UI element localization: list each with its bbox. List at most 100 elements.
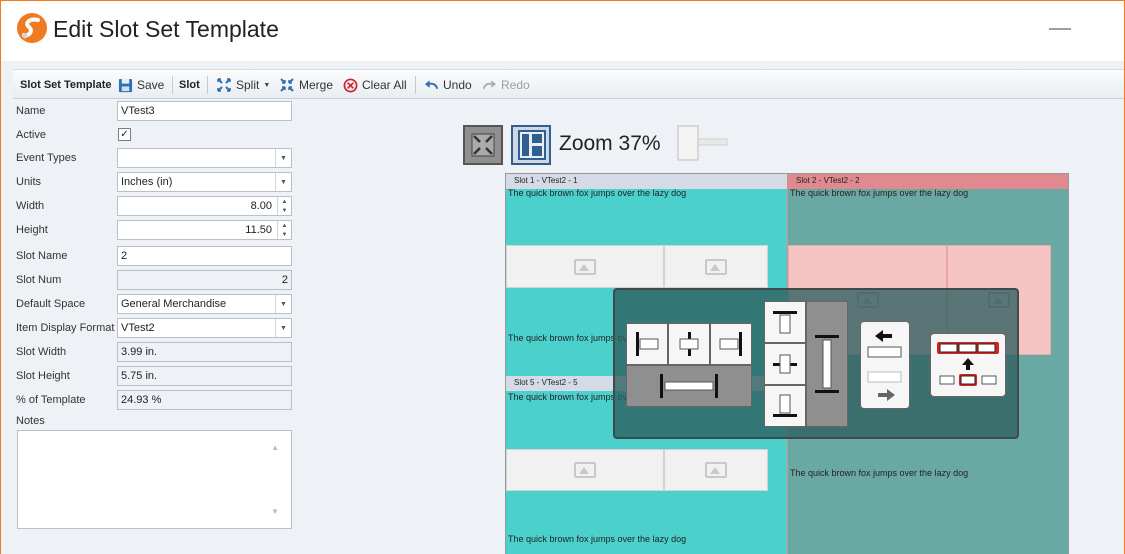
layout-panels-icon xyxy=(518,130,546,160)
dropdown-arrow-icon[interactable]: ▼ xyxy=(275,149,291,167)
toolbar: Slot Set Template Save Slot Split ▼ Merg… xyxy=(13,69,1124,99)
image-placeholder xyxy=(664,245,768,288)
notes-label: Notes xyxy=(16,415,45,427)
height-value: 11.50 xyxy=(245,224,272,236)
save-button[interactable]: Save xyxy=(118,76,164,94)
undo-arrow-icon xyxy=(424,80,439,90)
split-arrows-icon xyxy=(217,78,231,92)
chevron-down-icon: ▼ xyxy=(263,81,271,89)
slot-width-field: 3.99 in. xyxy=(117,342,292,362)
distribute-slots-icon xyxy=(937,342,999,386)
clear-all-button[interactable]: Clear All xyxy=(343,76,407,94)
height-spinner[interactable]: 11.50 ▲ ▼ xyxy=(117,220,292,240)
item-display-format-dropdown[interactable]: VTest2 ▼ xyxy=(117,318,292,338)
spinner-arrows-icon[interactable]: ▲ ▼ xyxy=(277,221,291,239)
dropdown-arrow-icon[interactable]: ▼ xyxy=(275,173,291,191)
default-space-value: General Merchandise xyxy=(121,298,227,310)
clear-all-label: Clear All xyxy=(362,78,407,92)
name-label: Name xyxy=(16,105,46,117)
active-checkbox[interactable]: ✓ xyxy=(118,128,131,141)
item-display-format-label: Item Display Format xyxy=(16,322,115,334)
image-icon xyxy=(705,258,727,275)
units-value: Inches (in) xyxy=(121,176,173,188)
floppy-disk-icon xyxy=(118,78,133,92)
align-center-horizontal-button[interactable] xyxy=(668,323,710,365)
scroll-down-icon[interactable]: ▼ xyxy=(271,507,279,516)
dropdown-arrow-icon[interactable]: ▼ xyxy=(275,295,291,313)
stretch-horizontal-icon xyxy=(660,374,718,398)
slot-height-field: 5.75 in. xyxy=(117,366,292,386)
width-spinner[interactable]: 8.00 ▲ ▼ xyxy=(117,196,292,216)
redo-label: Redo xyxy=(501,78,530,92)
split-button[interactable]: Split ▼ xyxy=(216,76,270,94)
window-title: Edit Slot Set Template xyxy=(53,16,279,42)
percent-of-template-label: % of Template xyxy=(16,394,86,406)
image-icon xyxy=(574,258,596,275)
align-left-button[interactable] xyxy=(626,323,668,365)
units-dropdown[interactable]: Inches (in) ▼ xyxy=(117,172,292,192)
image-icon xyxy=(574,462,596,478)
image-placeholder xyxy=(664,449,768,491)
align-right-button[interactable] xyxy=(710,323,752,365)
fit-arrows-icon xyxy=(471,133,495,157)
slot-height-label: Slot Height xyxy=(16,370,70,382)
default-space-dropdown[interactable]: General Merchandise ▼ xyxy=(117,294,292,314)
image-placeholder xyxy=(506,245,664,288)
merge-arrows-icon xyxy=(280,78,294,92)
fit-to-window-button[interactable] xyxy=(463,125,503,165)
undo-label: Undo xyxy=(443,78,472,92)
toolbar-group-slot-set-template: Slot Set Template xyxy=(20,76,111,94)
app-logo-icon xyxy=(17,13,47,43)
toolbar-group-label: Slot xyxy=(179,79,200,91)
align-bottom-button[interactable] xyxy=(764,385,806,427)
merge-button[interactable]: Merge xyxy=(279,76,333,94)
slot-num-label: Slot Num xyxy=(16,274,62,286)
toolbar-separator xyxy=(415,76,416,94)
redo-arrow-icon xyxy=(482,80,497,90)
slot-num-field: 2 xyxy=(117,270,292,290)
notes-textarea[interactable]: ▲ ▼ xyxy=(17,430,292,529)
toolbar-separator xyxy=(207,76,208,94)
toolbar-group-label: Slot Set Template xyxy=(20,79,112,91)
event-types-dropdown[interactable]: ▼ xyxy=(117,148,292,168)
align-top-button[interactable] xyxy=(764,301,806,343)
align-middle-vertical-icon xyxy=(773,354,797,374)
slot-text: The quick brown fox jumps over the lazy … xyxy=(790,468,969,478)
stretch-horizontal-button[interactable] xyxy=(626,365,752,407)
image-placeholder xyxy=(506,449,664,491)
spinner-arrows-icon[interactable]: ▲ ▼ xyxy=(277,197,291,215)
slot-name-input[interactable]: 2 xyxy=(117,246,292,266)
slot-name-label: Slot Name xyxy=(16,250,68,262)
toolbar-group-slot: Slot xyxy=(179,76,200,94)
dropdown-arrow-icon[interactable]: ▼ xyxy=(275,319,291,337)
zoom-level-label: Zoom 37% xyxy=(559,132,661,155)
units-label: Units xyxy=(16,176,42,188)
name-input[interactable]: VTest3 xyxy=(117,101,292,121)
slot-text: The quick brown fox jumps over the lazy … xyxy=(790,188,969,198)
align-bottom-icon xyxy=(773,394,797,417)
merge-label: Merge xyxy=(299,78,334,92)
align-right-icon xyxy=(719,332,742,356)
slot-header: Slot 1 - VTest2 - 1 xyxy=(506,174,787,189)
undo-button[interactable]: Undo xyxy=(424,76,472,94)
minimize-button[interactable] xyxy=(1049,28,1071,30)
swap-slots-button[interactable] xyxy=(860,321,910,409)
layout-view-button[interactable] xyxy=(511,125,551,165)
stretch-vertical-button[interactable] xyxy=(806,301,848,427)
split-label: Split xyxy=(236,78,260,92)
slot-header: Slot 2 - VTest2 - 2 xyxy=(788,174,1068,189)
align-top-icon xyxy=(773,311,797,334)
item-display-format-value: VTest2 xyxy=(121,322,155,334)
image-icon xyxy=(705,462,727,478)
distribute-button[interactable] xyxy=(930,333,1006,397)
swap-arrows-icon xyxy=(867,330,902,401)
scroll-up-icon[interactable]: ▲ xyxy=(271,443,279,452)
redo-button[interactable]: Redo xyxy=(482,76,530,94)
slot-text: The quick brown fox jumps over the lazy … xyxy=(508,188,687,198)
clear-circle-x-icon xyxy=(343,78,358,92)
width-label: Width xyxy=(16,200,45,212)
align-middle-vertical-button[interactable] xyxy=(764,343,806,385)
align-center-horizontal-icon xyxy=(679,332,699,356)
zoom-slider[interactable] xyxy=(677,125,729,161)
stretch-vertical-icon xyxy=(815,335,839,393)
